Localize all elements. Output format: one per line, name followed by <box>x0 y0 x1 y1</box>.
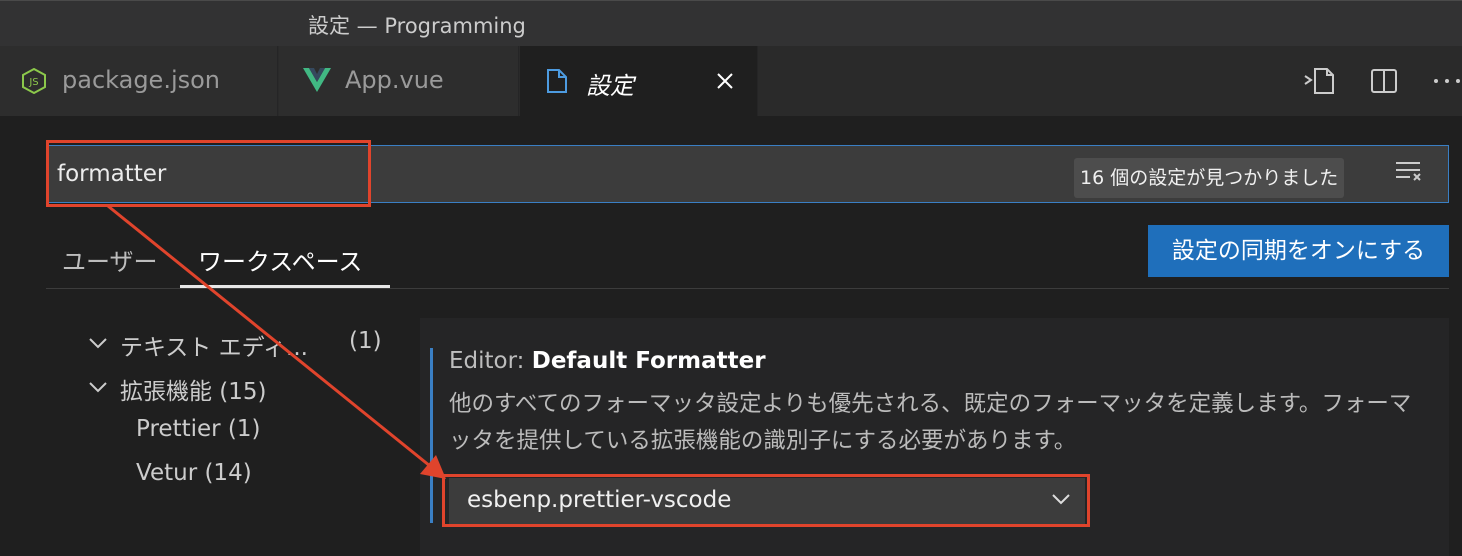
annotation-arrow <box>107 204 446 479</box>
